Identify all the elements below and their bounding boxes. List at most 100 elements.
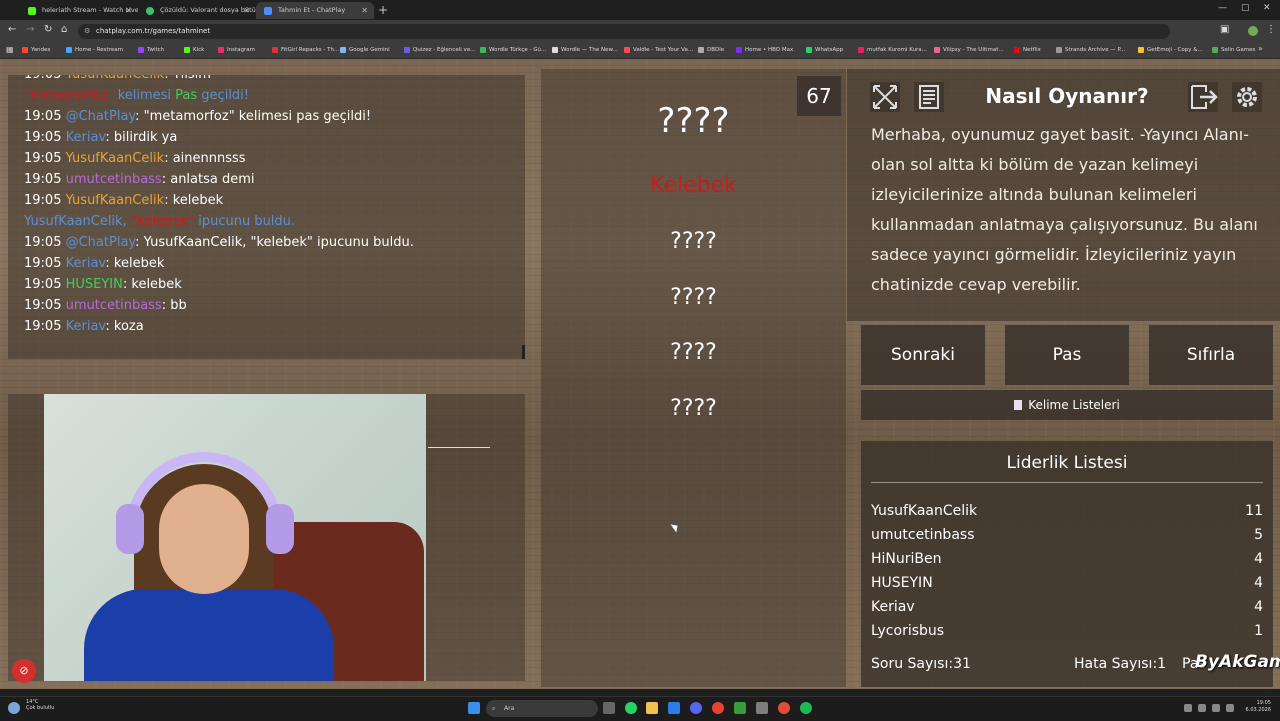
close-window-icon[interactable]: ✕ bbox=[1263, 3, 1271, 13]
bookmark-favicon-icon bbox=[698, 47, 704, 53]
bookmark-item[interactable]: Wordle Türkçe - Gü... bbox=[480, 42, 546, 58]
bookmark-item[interactable]: FitGirl Repacks - Th... bbox=[272, 42, 339, 58]
volume-icon[interactable] bbox=[1212, 704, 1220, 712]
chat-message: 19:05 umutcetinbass: anlatsa demi bbox=[24, 172, 255, 187]
tray-icon[interactable] bbox=[1184, 704, 1192, 712]
new-tab-button[interactable]: + bbox=[378, 3, 388, 17]
reset-button[interactable]: Sıfırla bbox=[1149, 325, 1273, 385]
bookmark-item[interactable]: Twitch bbox=[138, 42, 164, 58]
bookmark-item[interactable]: Wordle — The New... bbox=[552, 42, 618, 58]
tab-chatplay[interactable]: Tahmin Et - ChatPlay ✕ bbox=[256, 2, 374, 19]
bookmark-item[interactable]: Vilipsy - The Ultimat... bbox=[934, 42, 1004, 58]
bookmark-item[interactable]: DBDle bbox=[698, 42, 724, 58]
leaderboard-score: 1 bbox=[1254, 623, 1263, 639]
file-explorer-icon[interactable] bbox=[646, 702, 658, 714]
chat-scrollbar[interactable] bbox=[522, 345, 525, 359]
chat-username: umutcetinbass bbox=[65, 298, 162, 313]
bookmark-item[interactable]: Google Gemini bbox=[340, 42, 390, 58]
back-icon[interactable]: ← bbox=[8, 24, 16, 35]
chat-message: "Metamorfoz" kelimesi Pas geçildi! bbox=[24, 88, 250, 103]
maximize-icon[interactable]: ▢ bbox=[1241, 3, 1250, 13]
notes-icon[interactable] bbox=[912, 80, 946, 114]
battery-icon[interactable] bbox=[1226, 704, 1234, 712]
chat-message: 19:05 umutcetinbass: bb bbox=[24, 298, 187, 313]
webcam-feed bbox=[44, 394, 426, 681]
record-icon[interactable]: ⊘ bbox=[12, 659, 36, 683]
bookmark-item[interactable]: WhatsApp bbox=[806, 42, 843, 58]
chat-username: YusufKaanCelik, bbox=[24, 214, 127, 229]
steam-icon[interactable] bbox=[756, 702, 768, 714]
hidden-word: ???? bbox=[670, 340, 717, 365]
how-to-play-title: Nasıl Oynanır? bbox=[985, 84, 1149, 108]
tab-valorant[interactable]: Çözüldü: Valorant dosya bütünl ✕ bbox=[138, 2, 256, 19]
whatsapp-icon[interactable] bbox=[625, 702, 637, 714]
chat-username: Keriav bbox=[65, 319, 106, 334]
next-button[interactable]: Sonraki bbox=[861, 325, 985, 385]
bookmark-item[interactable]: Quizez - Eğlenceli ve... bbox=[404, 42, 475, 58]
menu-icon[interactable]: ⋮ bbox=[1266, 24, 1276, 35]
bookmark-item[interactable]: GetEmoji - Copy &... bbox=[1138, 42, 1203, 58]
chat-username: YusufKaanCelik bbox=[65, 151, 165, 166]
bookmark-item[interactable]: Valdle - Test Your Va... bbox=[624, 42, 693, 58]
bookmark-item[interactable]: Netflix bbox=[1014, 42, 1041, 58]
bookmark-item[interactable]: Strands Archive — P... bbox=[1056, 42, 1125, 58]
apps-grid-icon[interactable]: ▦ bbox=[6, 45, 14, 54]
site-info-icon[interactable]: ⚙ bbox=[84, 24, 90, 39]
address-bar[interactable]: ⚙ chatplay.com.tr/games/tahminet bbox=[78, 24, 1170, 39]
chat-panel: 19:05 YusufKaanCelik: Tılsım "Metamorfoz"… bbox=[8, 75, 525, 359]
search-icon: ⌕ bbox=[492, 705, 496, 712]
bookmark-favicon-icon bbox=[624, 47, 630, 53]
how-to-play-text: Merhaba, oyunumuz gayet basit. -Yayıncı … bbox=[871, 125, 1258, 294]
leaderboard-score: 4 bbox=[1254, 575, 1263, 591]
clock[interactable]: 19:05 6.03.2026 bbox=[1238, 700, 1271, 714]
weather-icon[interactable] bbox=[8, 702, 20, 714]
settings-gear-icon[interactable] bbox=[1230, 80, 1264, 114]
profile-avatar[interactable] bbox=[1248, 26, 1258, 36]
taskbar-search[interactable]: ⌕ Ara bbox=[486, 700, 598, 717]
divider bbox=[871, 482, 1263, 483]
spotify-icon[interactable] bbox=[800, 702, 812, 714]
start-windows-icon[interactable] bbox=[468, 702, 480, 714]
chat-message: 19:05 @ChatPlay: "metamorfoz" kelimesi p… bbox=[24, 109, 372, 124]
chat-message: 19:05 @ChatPlay: YusufKaanCelik, "kelebe… bbox=[24, 235, 414, 250]
minimize-icon[interactable]: — bbox=[1218, 3, 1227, 13]
xbox-icon[interactable] bbox=[734, 702, 746, 714]
weather-widget[interactable]: 14°C Çok bulutlu bbox=[26, 699, 54, 711]
bookmark-item[interactable]: Home • HBO Max bbox=[736, 42, 793, 58]
chat-username: umutcetinbass bbox=[65, 172, 162, 187]
more-bookmarks-icon[interactable]: » bbox=[1258, 44, 1263, 53]
tab-kick-stream[interactable]: heleriath Stream - Watch Live o ✕ bbox=[20, 2, 138, 19]
pass-button[interactable]: Pas bbox=[1005, 325, 1129, 385]
task-view-icon[interactable] bbox=[603, 702, 615, 714]
bookmark-favicon-icon bbox=[404, 47, 410, 53]
chrome-icon[interactable] bbox=[712, 702, 724, 714]
leaderboard-name: YusufKaanCelik bbox=[871, 503, 978, 519]
mail-icon[interactable] bbox=[668, 702, 680, 714]
extensions-icon[interactable]: ▣ bbox=[1220, 24, 1229, 35]
leaderboard-row: umutcetinbass 5 bbox=[871, 527, 1263, 547]
bookmark-favicon-icon bbox=[218, 47, 224, 53]
fullscreen-icon[interactable] bbox=[868, 80, 902, 114]
reload-icon[interactable]: ↻ bbox=[44, 24, 52, 35]
riot-icon[interactable] bbox=[778, 702, 790, 714]
bookmark-item[interactable]: mutfak Kuromi Kura... bbox=[858, 42, 927, 58]
chat-message: YusufKaanCelik, "Kelebek" ipucunu buldu. bbox=[24, 214, 296, 229]
bookmark-item[interactable]: Kick bbox=[184, 42, 204, 58]
hidden-word: ???? bbox=[670, 285, 717, 310]
exit-icon[interactable] bbox=[1186, 80, 1220, 114]
discord-icon[interactable] bbox=[690, 702, 702, 714]
word-lists-button[interactable]: Kelime Listeleri bbox=[861, 390, 1273, 420]
bookmark-item[interactable]: Home - Restream bbox=[66, 42, 123, 58]
home-icon[interactable]: ⌂ bbox=[61, 24, 67, 35]
bookmark-item[interactable]: Yandex bbox=[22, 42, 51, 58]
leaderboard-score: 11 bbox=[1245, 503, 1263, 519]
bookmark-item[interactable]: Selin Games bbox=[1212, 42, 1255, 58]
leaderboard-row: YusufKaanCelik 11 bbox=[871, 503, 1263, 523]
forward-icon[interactable]: → bbox=[26, 24, 34, 35]
bookmark-item[interactable]: Instagram bbox=[218, 42, 255, 58]
close-tab-icon[interactable]: ✕ bbox=[125, 2, 132, 19]
network-icon[interactable] bbox=[1198, 704, 1206, 712]
close-tab-icon[interactable]: ✕ bbox=[243, 2, 250, 19]
close-tab-icon[interactable]: ✕ bbox=[361, 2, 368, 19]
chat-username: @ChatPlay bbox=[65, 235, 136, 250]
